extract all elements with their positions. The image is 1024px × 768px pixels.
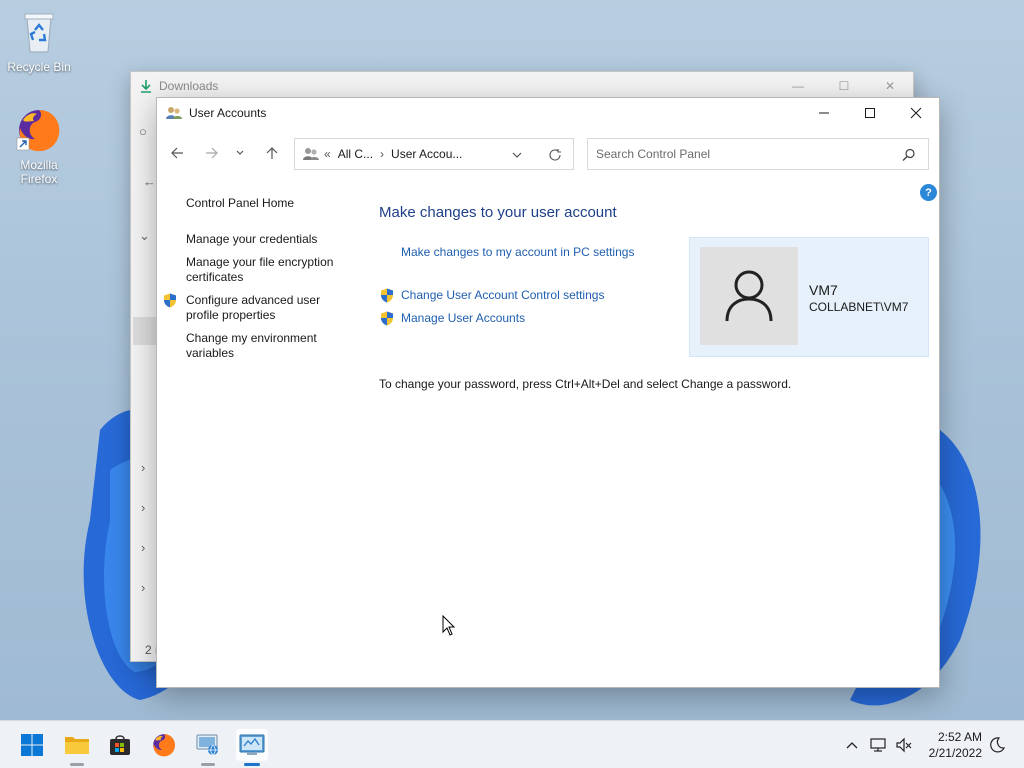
start-icon xyxy=(21,734,43,756)
manage-credentials-link[interactable]: Manage your credentials xyxy=(186,232,351,247)
address-bar[interactable]: « All C... › User Accou... xyxy=(294,138,574,170)
uac-shield-icon xyxy=(381,311,393,326)
control-panel-button[interactable] xyxy=(236,729,268,766)
user-accounts-icon xyxy=(166,107,182,119)
store-icon xyxy=(110,735,130,755)
minimize-button[interactable]: — xyxy=(775,72,821,100)
network-app-icon xyxy=(196,734,218,756)
desktop-icon-recycle-bin[interactable]: Recycle Bin xyxy=(1,8,77,74)
running-indicator xyxy=(70,763,84,766)
desktop-icon-label: Recycle Bin xyxy=(7,60,71,74)
focus-assist-moon-icon xyxy=(990,737,1005,753)
user-avatar-icon xyxy=(725,270,773,322)
volume-button[interactable] xyxy=(893,721,915,768)
taskbar: 2:52 AM 2/21/2022 xyxy=(0,720,1024,768)
search-input[interactable] xyxy=(596,147,886,161)
start-button[interactable] xyxy=(16,729,48,761)
search-box[interactable] xyxy=(587,138,929,170)
recent-locations-button[interactable] xyxy=(230,140,250,166)
desktop-icon-firefox[interactable]: Mozilla Firefox xyxy=(1,106,77,186)
avatar xyxy=(700,247,798,345)
uac-settings-link[interactable]: Change User Account Control settings xyxy=(401,288,604,302)
clock-date: 2/21/2022 xyxy=(928,746,982,760)
close-icon xyxy=(910,107,922,119)
help-button[interactable]: ? xyxy=(920,184,937,201)
user-domain: COLLABNET\VM7 xyxy=(809,300,909,314)
user-accounts-icon xyxy=(303,148,319,160)
download-icon xyxy=(141,80,151,93)
up-button[interactable] xyxy=(259,140,285,166)
file-explorer-button[interactable] xyxy=(61,729,93,766)
chevron-down-icon xyxy=(236,150,244,155)
close-button[interactable] xyxy=(893,98,939,128)
user-card: VM7 COLLABNET\VM7 xyxy=(689,237,929,357)
chevron-right-icon[interactable]: › xyxy=(141,580,145,595)
back-button[interactable] xyxy=(164,140,190,166)
forward-arrow-icon xyxy=(206,147,218,159)
close-button[interactable]: ✕ xyxy=(867,72,913,100)
network-status-button[interactable] xyxy=(868,721,890,768)
maximize-button[interactable]: ☐ xyxy=(821,72,867,100)
window-title: User Accounts xyxy=(189,106,267,120)
pc-settings-link[interactable]: Make changes to my account in PC setting… xyxy=(401,245,634,259)
uac-shield-icon xyxy=(381,288,393,303)
chevron-right-icon[interactable]: › xyxy=(141,500,145,515)
main-content: Make changes to your user account Make c… xyxy=(379,204,939,391)
minimize-icon xyxy=(819,112,829,114)
uac-shield-icon xyxy=(164,293,176,308)
file-encryption-link[interactable]: Manage your file encryption certificates xyxy=(186,255,351,285)
selected-item[interactable] xyxy=(133,317,157,345)
environment-variables-link[interactable]: Change my environment variables xyxy=(186,331,351,361)
clock[interactable]: 2:52 AM 2/21/2022 xyxy=(929,729,982,761)
control-panel-home-link[interactable]: Control Panel Home xyxy=(186,196,351,211)
chevron-down-icon[interactable]: ⌄ xyxy=(139,228,150,244)
forward-button[interactable] xyxy=(199,140,225,166)
notifications-button[interactable] xyxy=(986,721,1008,768)
mouse-cursor-icon xyxy=(442,615,456,636)
overflow-indicator[interactable]: « xyxy=(324,147,331,161)
refresh-icon[interactable]: ○ xyxy=(139,124,147,139)
refresh-icon[interactable] xyxy=(548,148,562,162)
chevron-up-icon xyxy=(846,742,858,749)
clock-time: 2:52 AM xyxy=(937,730,982,744)
desktop-icon-label: Mozilla Firefox xyxy=(20,158,58,186)
back-arrow-icon[interactable]: ← xyxy=(143,174,156,189)
chevron-right-icon[interactable]: › xyxy=(141,540,145,555)
firefox-button[interactable] xyxy=(148,729,180,761)
password-info: To change your password, press Ctrl+Alt+… xyxy=(379,377,792,391)
breadcrumb-user-accounts[interactable]: User Accou... xyxy=(391,147,462,161)
downloads-title: Downloads xyxy=(159,79,219,93)
back-arrow-icon xyxy=(171,147,183,159)
maximize-icon xyxy=(865,108,875,118)
chevron-right-icon[interactable]: › xyxy=(141,460,145,475)
file-explorer-icon xyxy=(65,737,89,754)
firefox-icon xyxy=(15,106,63,154)
user-accounts-window[interactable]: User Accounts « All C... › User Accou...… xyxy=(156,97,940,688)
show-hidden-icons-button[interactable] xyxy=(842,721,862,768)
minimize-button[interactable] xyxy=(801,98,847,128)
user-name: VM7 xyxy=(809,282,838,298)
search-icon[interactable] xyxy=(902,148,916,162)
manage-user-accounts-link[interactable]: Manage User Accounts xyxy=(401,311,525,325)
firefox-icon xyxy=(153,734,175,757)
running-indicator xyxy=(201,763,215,766)
running-indicator xyxy=(244,763,260,766)
maximize-button[interactable] xyxy=(847,98,893,128)
downloads-sidebar: ○ ← ⌄ › › › › xyxy=(131,102,157,662)
store-button[interactable] xyxy=(104,729,136,761)
recycle-bin-icon xyxy=(15,8,63,56)
up-arrow-icon xyxy=(266,147,278,159)
advanced-profile-link[interactable]: Configure advanced user profile properti… xyxy=(186,293,351,323)
network-icon xyxy=(870,738,886,752)
navigation-bar: « All C... › User Accou... xyxy=(157,136,939,172)
breadcrumb-all-control-panel[interactable]: All C... xyxy=(338,147,373,161)
chevron-down-icon[interactable] xyxy=(512,151,522,159)
control-panel-icon xyxy=(239,734,265,755)
network-app-button[interactable] xyxy=(192,729,224,766)
breadcrumb-separator: › xyxy=(380,147,385,161)
page-heading: Make changes to your user account xyxy=(379,204,617,221)
volume-muted-icon xyxy=(896,737,912,753)
